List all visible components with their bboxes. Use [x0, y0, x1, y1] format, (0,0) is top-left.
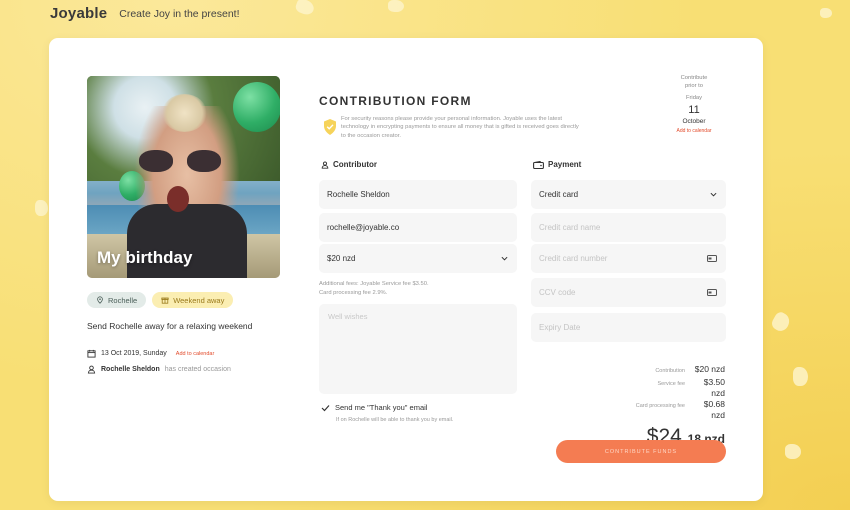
recipient-chip-label: Rochelle	[108, 295, 138, 305]
calendar-icon	[87, 349, 96, 358]
check-icon	[321, 404, 330, 411]
petal-decoration	[294, 0, 316, 17]
ccv-placeholder: CCV code	[539, 288, 576, 297]
user-icon	[321, 160, 329, 169]
tagline: Create Joy in the present!	[119, 7, 240, 20]
occasion-date: 13 Oct 2019, Sunday	[101, 350, 167, 357]
contributor-email-input[interactable]: rochelle@joyable.co	[319, 213, 517, 242]
top-bar: Joyable Create Joy in the present!	[50, 5, 240, 22]
amount-select[interactable]: $20 nzd	[319, 244, 517, 273]
shield-icon	[324, 119, 336, 135]
thank-you-note: If on Rochelle will be able to thank you…	[336, 417, 454, 423]
creator-name: Rochelle Sheldon	[101, 366, 160, 373]
expiry-input[interactable]: Expiry Date	[531, 313, 726, 342]
fee-note: Additional fees: Joyable Service fee $3.…	[319, 280, 429, 297]
fee-note-line1: Additional fees: Joyable Service fee $3.…	[319, 281, 429, 287]
creator-row: Rochelle Sheldon has created occasion	[87, 365, 231, 374]
deadline-line2: prior to	[684, 82, 704, 89]
tag-chip[interactable]: Weekend away	[152, 292, 234, 308]
petal-decoration	[820, 8, 832, 18]
payment-section-label: Payment	[533, 160, 581, 169]
contributor-label: Contributor	[333, 160, 377, 169]
payment-method-select[interactable]: Credit card	[531, 180, 726, 209]
petal-decoration	[388, 0, 404, 12]
photo-title: My birthday	[97, 248, 193, 267]
card-icon	[707, 255, 717, 262]
contribution-label: Contribution	[655, 368, 685, 374]
contribution-card: My birthday Rochelle Weekend away Send R…	[49, 38, 763, 501]
service-fee-value: $3.50 nzd	[703, 377, 725, 398]
amount-value: $20 nzd	[327, 254, 356, 263]
summary-processing-row: Card processing fee $0.68 nzd	[636, 399, 725, 421]
user-icon	[87, 365, 96, 374]
processing-fee-label: Card processing fee	[635, 403, 685, 409]
chevron-down-icon	[710, 192, 717, 197]
occasion-description: Send Rochelle away for a relaxing weeken…	[87, 321, 253, 331]
deadline-weekday: Friday	[685, 94, 703, 101]
pin-icon	[97, 296, 103, 304]
deadline-panel: Contribute prior to Friday 11 October Ad…	[671, 75, 717, 134]
wallet-icon	[533, 160, 544, 169]
occasion-date-row: 13 Oct 2019, Sunday Add to calendar	[87, 349, 214, 358]
card-icon	[707, 289, 717, 296]
processing-fee-value: $0.68 nzd	[703, 399, 725, 420]
tag-chip-label: Weekend away	[173, 295, 225, 305]
payment-method-value: Credit card	[539, 190, 579, 199]
petal-decoration	[793, 367, 808, 386]
creator-text: has created occasion	[164, 366, 231, 373]
contributor-section-label: Contributor	[321, 160, 377, 169]
deadline-add-to-calendar[interactable]: Add to calendar	[671, 128, 717, 135]
security-notice: For security reasons please provide your…	[341, 116, 579, 139]
thank-you-checkbox[interactable]: Send me "Thank you" email	[321, 403, 427, 412]
contributor-name-input[interactable]: Rochelle Sheldon	[319, 180, 517, 209]
fee-note-line2: Card processing fee 2.9%.	[319, 289, 388, 296]
card-name-input[interactable]: Credit card name	[531, 213, 726, 242]
ccv-input[interactable]: CCV code	[531, 278, 726, 307]
gift-icon	[161, 297, 169, 304]
summary-service-row: Service fee $3.50 nzd	[636, 377, 725, 399]
deadline-line1: Contribute	[680, 75, 708, 81]
occasion-chips: Rochelle Weekend away	[87, 292, 234, 308]
summary-contribution-row: Contribution $20 nzd	[636, 364, 725, 377]
service-fee-label: Service fee	[657, 381, 685, 387]
petal-decoration	[785, 444, 801, 459]
occasion-photo: My birthday	[87, 76, 280, 278]
add-to-calendar-link[interactable]: Add to calendar	[176, 351, 215, 357]
payment-label: Payment	[548, 160, 582, 169]
deadline-month: October	[682, 117, 706, 125]
chevron-down-icon	[501, 256, 508, 261]
recipient-chip[interactable]: Rochelle	[87, 292, 147, 308]
contribute-funds-button[interactable]: CONTRIBUTE FUNDS	[556, 440, 726, 463]
well-wishes-textarea[interactable]: Well wishes	[319, 304, 517, 394]
contribution-value: $20 nzd	[694, 364, 725, 374]
card-number-input[interactable]: Credit card number	[531, 244, 726, 273]
petal-decoration	[769, 310, 793, 334]
logo[interactable]: Joyable	[50, 5, 107, 22]
form-title: CONTRIBUTION FORM	[319, 94, 472, 108]
payment-summary: Contribution $20 nzd Service fee $3.50 n…	[636, 364, 725, 449]
thank-you-label: Send me "Thank you" email	[335, 403, 428, 412]
petal-decoration	[35, 200, 48, 216]
deadline-day: 11	[688, 104, 700, 117]
card-number-placeholder: Credit card number	[539, 254, 608, 263]
